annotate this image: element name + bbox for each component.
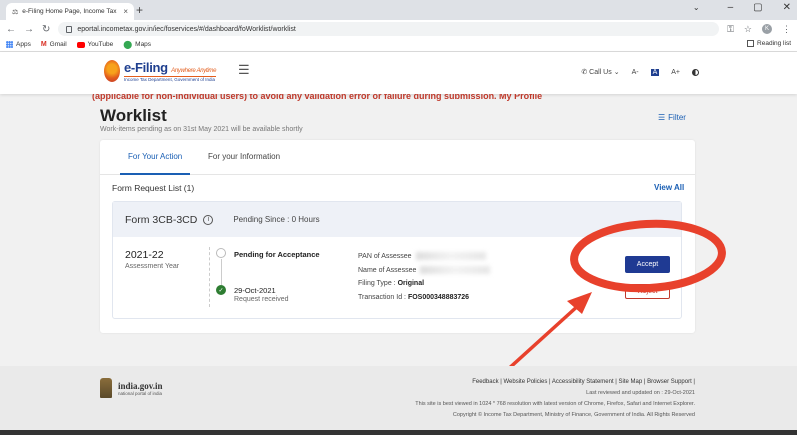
hamburger-menu-icon[interactable]: ☰ [238,62,250,78]
star-icon[interactable]: ☆ [744,24,752,35]
pending-since: Pending Since : 0 Hours [233,215,320,224]
gmail-icon: M [40,41,47,48]
filing-type-row: Filing Type : Original [358,280,425,287]
request-details: PAN of Assessee Name of Assessee Filing … [358,250,491,304]
india-gov-logo[interactable]: india.gov.in national portal of india [100,378,163,398]
view-all-link[interactable]: View All [654,183,684,192]
divider [209,247,210,307]
footer-links[interactable]: Feedback | Website Policies | Accessibil… [472,379,695,385]
status-pending: Pending for Acceptance [234,250,320,259]
url-input[interactable]: eportal.incometax.gov.in/iec/foservices/… [58,22,720,36]
accept-button[interactable]: Accept [625,256,670,273]
efiling-logo[interactable]: e-Filing Anywhere Anytime Income Tax Dep… [104,60,216,82]
dept-name: Income Tax Department, Government of Ind… [124,76,217,82]
copyright: Copyright © Income Tax Department, Minis… [452,412,695,418]
apps-grid-icon [6,41,13,48]
assessment-year-label: Assessment Year [125,263,180,270]
brand-tagline: Anywhere Anytime [171,68,217,74]
close-window-icon[interactable]: ✕ [783,2,791,13]
forward-icon[interactable]: → [24,24,34,35]
notice-banner: (applicable for non-individual users) to… [92,94,543,101]
transaction-row: Transaction Id : FOS000348883726 [358,293,470,301]
profile-avatar[interactable]: K [762,24,772,34]
best-viewed-note: This site is best viewed in 1024 * 768 r… [415,401,695,407]
window-controls: ⌄ – ▢ ✕ [693,2,791,13]
call-us-button[interactable]: ✆ Call Us ⌄ [581,68,619,76]
brand-name: e-Filing [124,60,168,75]
chevron-down-icon: ⌄ [613,69,620,76]
tab-for-your-information[interactable]: For your Information [208,152,280,161]
tab-close-icon[interactable]: × [123,7,128,16]
browser-tab-bar: ⚖ e-Filing Home Page, Income Tax × + ⌄ –… [0,0,797,20]
minimize-icon[interactable]: – [728,2,734,13]
page-title: Worklist [100,106,167,125]
worklist-tabs: For Your Action For your Information [100,140,695,175]
bookmark-youtube[interactable]: YouTube [76,41,113,48]
header-tools: ✆ Call Us ⌄ A- A A+ [581,68,699,76]
pan-row: PAN of Assessee [358,250,490,264]
assessment-year: 2021-22 [125,249,164,261]
key-icon[interactable]: ⚿ [727,24,734,35]
font-decrease-button[interactable]: A- [632,69,639,76]
back-icon[interactable]: ← [6,24,16,35]
youtube-icon [76,41,85,48]
form-name: Form 3CB-3CD [125,213,198,226]
redacted-pan [415,252,486,261]
bookmark-maps[interactable]: ⬤ Maps [123,40,151,49]
tab-title: e-Filing Home Page, Income Tax [22,8,117,15]
browser-tab[interactable]: ⚖ e-Filing Home Page, Income Tax × [6,3,134,20]
tab-for-your-action[interactable]: For Your Action [119,152,191,175]
url-text: eportal.incometax.gov.in/iec/foservices/… [77,25,296,33]
bookmarks-bar: Apps M Gmail YouTube ⬤ Maps Reading list [0,38,797,52]
request-header: Form 3CB-3CD i Pending Since : 0 Hours [113,202,681,237]
site-favicon-icon: ⚖ [12,8,19,16]
address-bar: ← → ↻ eportal.incometax.gov.in/iec/foser… [0,20,797,38]
font-increase-button[interactable]: A+ [671,69,680,76]
filter-icon: ☰ [658,113,666,122]
emblem-icon [104,60,120,82]
name-row: Name of Assessee [358,264,491,278]
check-icon: ✓ [216,285,226,295]
reading-list-button[interactable]: Reading list [747,40,791,47]
menu-kebab-icon[interactable]: ⋮ [782,24,791,35]
reload-icon[interactable]: ↻ [42,24,50,35]
new-tab-button[interactable]: + [136,3,143,17]
status-date: 29-Oct-2021 [234,286,276,295]
bookmark-apps[interactable]: Apps [6,41,31,48]
phone-icon: ✆ [581,69,588,76]
list-title: Form Request List (1) [112,183,195,193]
status-received: Request received [234,296,289,303]
contrast-icon[interactable] [692,68,699,76]
reading-list-icon [747,40,755,47]
info-icon[interactable]: i [203,214,214,225]
lock-icon[interactable] [66,25,73,33]
filter-button[interactable]: ☰ Filter [658,113,686,122]
site-header: e-Filing Anywhere Anytime Income Tax Dep… [0,52,797,94]
bookmark-gmail[interactable]: M Gmail [41,41,67,48]
taskbar-edge [0,430,797,435]
reject-button[interactable]: Reject [625,284,670,299]
request-item: Form 3CB-3CD i Pending Since : 0 Hours 2… [112,201,682,319]
maps-pin-icon: ⬤ [123,40,133,49]
maximize-icon[interactable]: ▢ [753,2,762,13]
worklist-card: For Your Action For your Information For… [100,140,695,333]
font-normal-button[interactable]: A [650,68,660,76]
page-subtitle: Work-items pending as on 31st May 2021 w… [100,126,303,133]
tab-search-icon[interactable]: ⌄ [693,3,700,13]
timeline-connector [221,259,222,285]
national-emblem-icon [100,378,112,398]
redacted-name [420,265,491,274]
last-reviewed: Last reviewed and updated on : 29-Oct-20… [586,390,695,396]
pending-step-icon [216,248,226,258]
page-footer: india.gov.in national portal of india Fe… [0,366,797,430]
toolbar-actions: ⚿ ☆ K ⋮ [727,24,791,35]
